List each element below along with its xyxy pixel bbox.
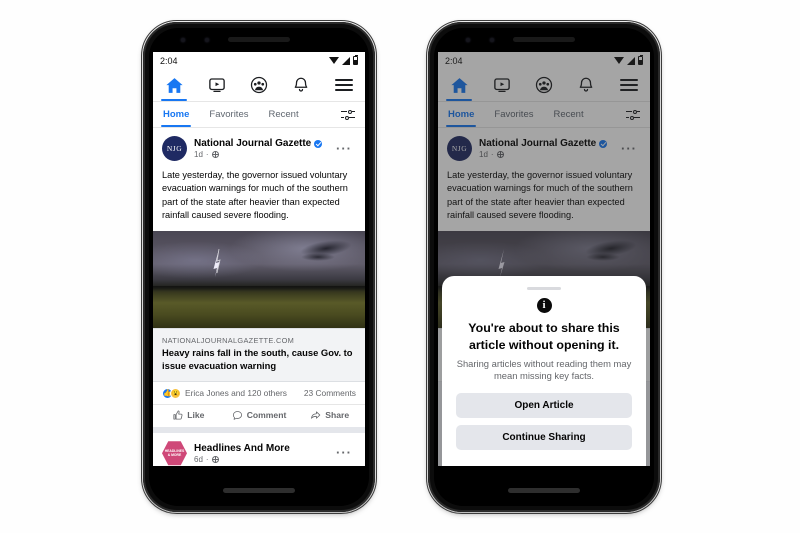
camera-lens-icon — [181, 38, 185, 42]
video-play-icon — [208, 78, 225, 93]
post-dot-separator: · — [205, 150, 209, 159]
filter-sliders-icon[interactable] — [341, 108, 355, 122]
reaction-icon-group[interactable]: 👍 😮 — [162, 387, 181, 399]
post-subline: 6d · — [194, 455, 332, 464]
feed-post-gazette: NJG National Journal Gazette 1d · ··· La… — [153, 128, 365, 427]
sheet-drag-handle[interactable] — [527, 287, 561, 291]
overflow-menu-icon[interactable]: ··· — [332, 446, 356, 459]
bell-icon — [295, 77, 308, 92]
nav-item-menu[interactable] — [327, 69, 361, 101]
home-icon — [166, 77, 183, 93]
verified-badge-icon — [314, 139, 323, 148]
share-arrow-icon — [311, 411, 321, 419]
post-author-row: National Journal Gazette — [194, 138, 332, 149]
link-domain: NATIONALJOURNALGAZETTE.COM — [162, 336, 295, 346]
post-timestamp: 6d — [194, 454, 203, 464]
post-dot-separator: · — [205, 454, 209, 464]
phone-top-hardware — [149, 28, 369, 52]
comment-button[interactable]: Comment — [224, 410, 295, 421]
comment-count[interactable]: 23 Comments — [304, 388, 356, 398]
phone-left-screen: 2:04 Home Favorites Recent NJG National … — [153, 52, 365, 466]
battery-icon — [353, 55, 358, 65]
earpiece-speaker — [513, 37, 575, 42]
globe-icon — [211, 455, 219, 463]
comment-label: Comment — [246, 410, 287, 421]
avatar[interactable]: NJG — [162, 136, 187, 161]
post-reactions-bar: 👍 😮 Erica Jones and 120 others 23 Commen… — [153, 382, 365, 404]
phone-right-screen: 2:04 Home Favorites Recent NJG National … — [438, 52, 650, 466]
share-button[interactable]: Share — [294, 410, 365, 421]
groups-icon — [250, 76, 268, 94]
post-meta: National Journal Gazette 1d · — [194, 138, 332, 159]
overflow-menu-icon[interactable]: ··· — [332, 142, 356, 155]
link-preview-card[interactable]: NATIONALJOURNALGAZETTE.COM Heavy rains f… — [153, 328, 365, 382]
signal-icon — [342, 56, 350, 65]
feed-filter-tabs: Home Favorites Recent — [153, 102, 365, 128]
post-action-bar: Like Comment Share — [153, 403, 365, 427]
nav-item-notifications[interactable] — [284, 69, 318, 101]
home-indicator[interactable] — [508, 488, 580, 493]
post-body-text: Late yesterday, the governor issued volu… — [162, 170, 348, 221]
post-author-name: National Journal Gazette — [194, 138, 312, 149]
nav-item-watch[interactable] — [200, 69, 234, 101]
dialog-title: You're about to share this article witho… — [468, 321, 620, 352]
share-label: Share — [325, 410, 350, 421]
phone-left-body: 2:04 Home Favorites Recent NJG National … — [149, 28, 369, 506]
like-button[interactable]: Like — [153, 410, 224, 421]
camera-sensor-icon — [490, 38, 494, 42]
nav-item-home[interactable] — [157, 69, 191, 101]
lightning-bolt-icon — [213, 248, 221, 277]
post-timestamp: 1d — [194, 150, 203, 159]
like-label: Like — [187, 410, 205, 421]
status-icon-group — [329, 55, 358, 65]
earpiece-speaker — [228, 37, 290, 42]
hamburger-menu-icon — [334, 76, 353, 94]
comment-bubble-icon — [232, 410, 242, 420]
feed-post-headlines: HEADLINES & MORE Headlines And More 6d · — [153, 432, 365, 466]
home-indicator[interactable] — [223, 488, 295, 493]
avatar[interactable]: HEADLINES & MORE — [162, 441, 187, 466]
post-author-row: Headlines And More — [194, 443, 332, 454]
tab-home[interactable]: Home — [160, 102, 192, 127]
continue-sharing-button[interactable]: Continue Sharing — [456, 425, 632, 450]
screenshot-stage: 2:04 Home Favorites Recent NJG National … — [0, 0, 800, 533]
phone-top-hardware — [434, 28, 654, 52]
reaction-summary[interactable]: Erica Jones and 120 others — [185, 388, 287, 398]
share-warning-dialog: i You're about to share this article wit… — [442, 276, 646, 466]
tab-favorites[interactable]: Favorites — [209, 102, 248, 127]
tab-recent[interactable]: Recent — [268, 102, 298, 127]
open-article-button[interactable]: Open Article — [456, 393, 632, 418]
info-icon: i — [536, 298, 552, 314]
nav-item-groups[interactable] — [242, 69, 276, 101]
phone-left: 2:04 Home Favorites Recent NJG National … — [141, 20, 377, 514]
dialog-subtitle: Sharing articles without reading them ma… — [456, 357, 632, 382]
link-headline: Heavy rains fall in the south, cause Gov… — [162, 347, 353, 372]
wow-reaction-icon: 😮 — [170, 387, 181, 399]
camera-lens-icon — [466, 38, 470, 42]
status-time: 2:04 — [160, 55, 178, 66]
field-horizon-line — [153, 285, 365, 291]
avatar-line-2: & MORE — [167, 453, 182, 458]
phone-right: 2:04 Home Favorites Recent NJG National … — [426, 20, 662, 514]
news-feed[interactable]: NJG National Journal Gazette 1d · ··· La… — [153, 128, 365, 466]
post-photo-storm[interactable] — [153, 231, 365, 329]
wifi-icon — [329, 57, 339, 64]
phone-right-body: 2:04 Home Favorites Recent NJG National … — [434, 28, 654, 506]
post-subline: 1d · — [194, 150, 332, 159]
post-header: NJG National Journal Gazette 1d · ··· — [153, 128, 365, 165]
facebook-top-nav — [153, 69, 365, 102]
camera-sensor-icon — [205, 38, 209, 42]
post-meta: Headlines And More 6d · — [194, 443, 332, 464]
status-bar: 2:04 — [153, 52, 365, 69]
post-header: HEADLINES & MORE Headlines And More 6d · — [153, 433, 365, 466]
thumbs-up-icon — [173, 410, 183, 420]
storm-cloud-shape-2 — [301, 252, 336, 261]
globe-icon — [211, 151, 219, 158]
post-author-name: Headlines And More — [194, 442, 290, 454]
